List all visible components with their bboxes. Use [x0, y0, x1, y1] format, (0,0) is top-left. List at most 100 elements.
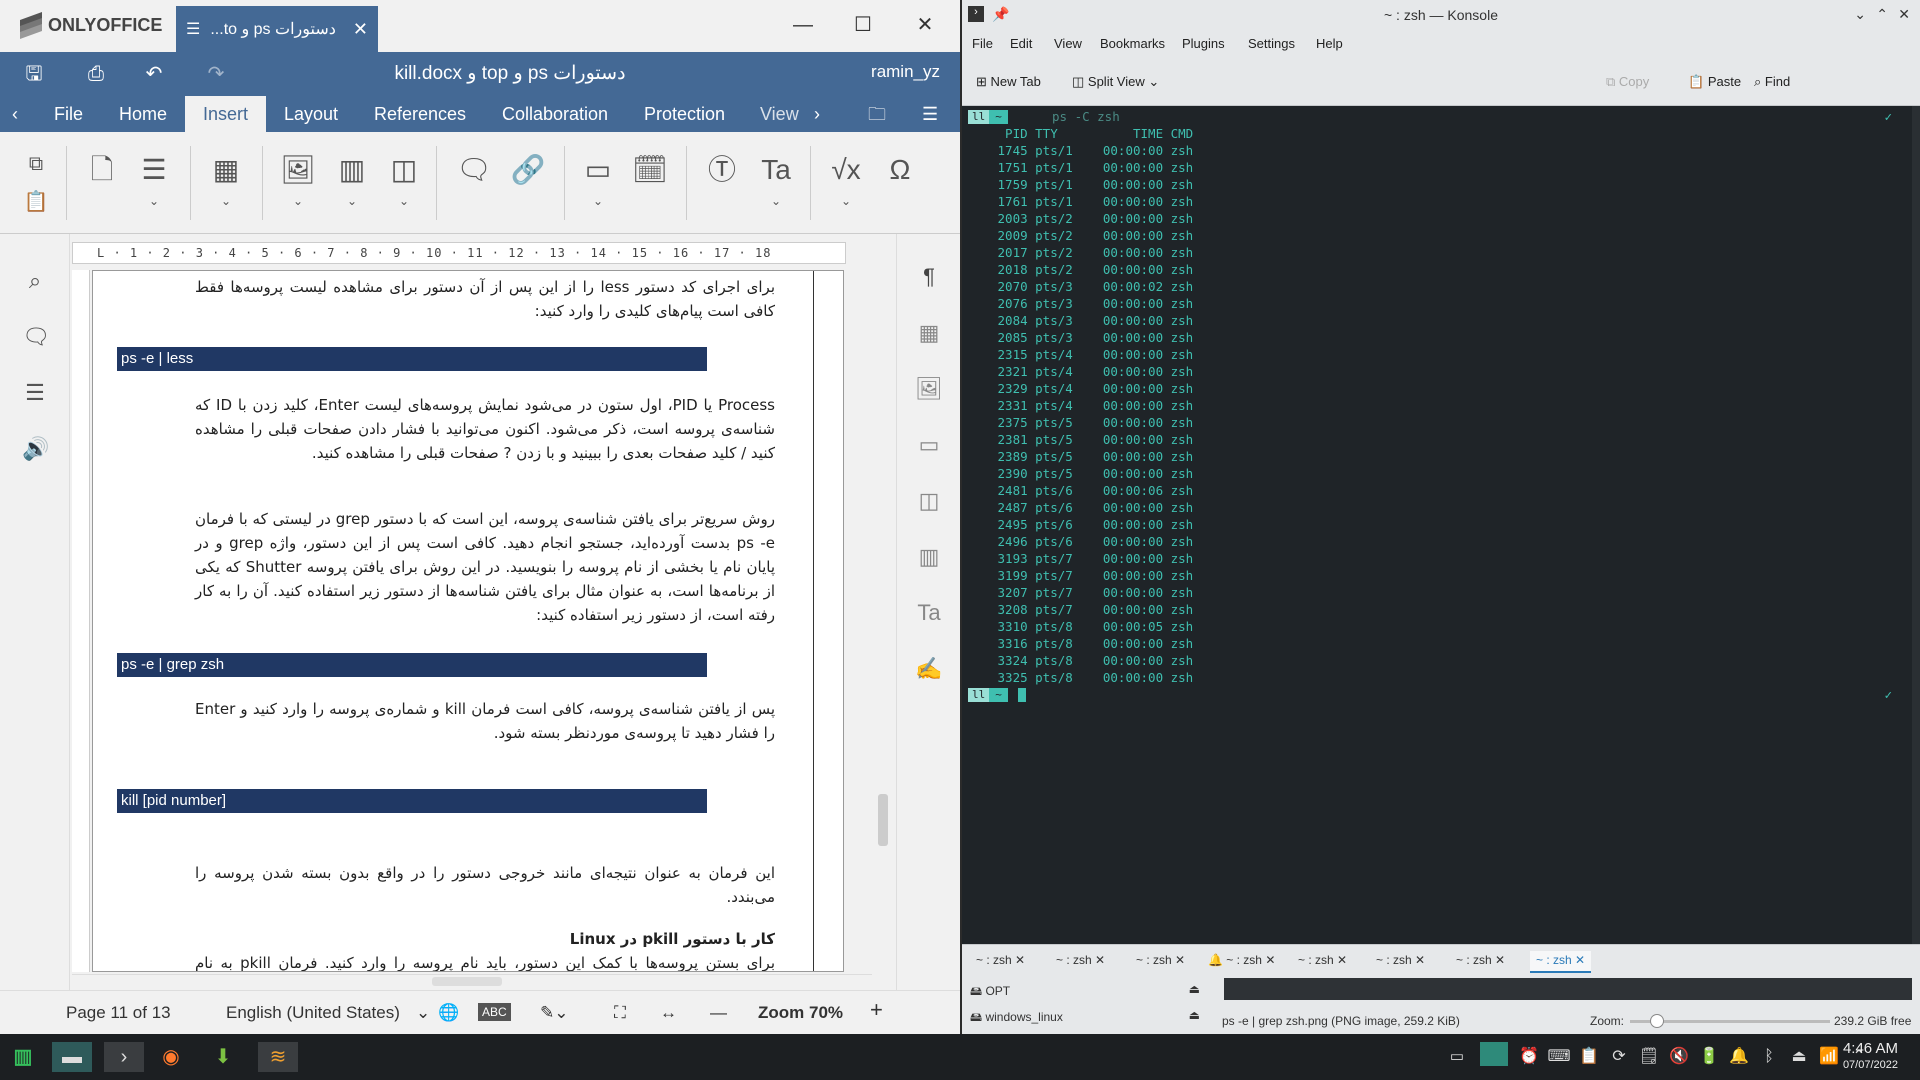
- tab-insert[interactable]: Insert: [185, 96, 267, 132]
- onlyoffice-taskbar-icon[interactable]: ≋: [258, 1042, 298, 1072]
- downloader-icon[interactable]: ⬇: [208, 1042, 238, 1072]
- horizontal-ruler[interactable]: L · 1 · 2 · 3 · 4 · 5 · 6 · 7 · 8 · 9 · …: [72, 242, 846, 264]
- paste-button[interactable]: 📋 Paste: [1688, 74, 1741, 90]
- symbol-icon[interactable]: Ω: [882, 152, 918, 188]
- close-tab-icon[interactable]: ✕: [1265, 953, 1275, 967]
- shape-icon[interactable]: ◫: [386, 152, 422, 188]
- menu-file[interactable]: File: [972, 36, 993, 51]
- clipboard-icon[interactable]: 📋: [1574, 1042, 1604, 1072]
- fit-page-icon[interactable]: ⛶: [614, 1003, 626, 1023]
- chart-icon[interactable]: ▥: [334, 152, 370, 188]
- zoom-out-icon[interactable]: —: [710, 1003, 727, 1023]
- thumbnail-strip[interactable]: [1224, 978, 1912, 1000]
- clock[interactable]: 4:46 AM 07/07/2022: [1843, 1040, 1898, 1074]
- zoom-slider-handle[interactable]: [1650, 1014, 1664, 1028]
- fit-width-icon[interactable]: ↔: [660, 1003, 677, 1023]
- text-art-settings-icon[interactable]: Ta: [915, 600, 943, 628]
- shape-dropdown-icon[interactable]: ⌄: [394, 194, 414, 208]
- menu-help[interactable]: Help: [1316, 36, 1343, 51]
- header-footer-settings-icon[interactable]: ▭: [915, 432, 943, 460]
- close-button[interactable]: ✕: [1898, 6, 1910, 23]
- alarm-icon[interactable]: ⏰: [1514, 1042, 1544, 1072]
- wifi-icon[interactable]: 📶: [1814, 1042, 1844, 1072]
- paragraph[interactable]: این فرمان به عنوان نتیجه‌ای مانند خروجی …: [195, 861, 775, 909]
- zoom-in-icon[interactable]: +: [870, 997, 883, 1023]
- battery-icon[interactable]: 🔋: [1694, 1042, 1724, 1072]
- terminal-tab[interactable]: ~ : zsh ✕: [970, 951, 1031, 973]
- terminal-tab[interactable]: ~ : zsh ✕: [1370, 951, 1431, 973]
- close-tab-icon[interactable]: ✕: [1337, 953, 1347, 967]
- minimize-button[interactable]: —: [786, 10, 820, 40]
- menu-bookmarks[interactable]: Bookmarks: [1100, 36, 1165, 51]
- close-tab-icon[interactable]: ✕: [1015, 953, 1025, 967]
- vertical-scrollbar[interactable]: [876, 234, 890, 974]
- text-art-icon[interactable]: Ta: [758, 152, 794, 188]
- tab-file[interactable]: File: [36, 96, 101, 132]
- split-view-button[interactable]: ◫ Split View ⌄: [1072, 74, 1159, 90]
- tab-view[interactable]: View: [742, 96, 817, 132]
- comment-icon[interactable]: 🗨: [456, 152, 492, 188]
- terminal-tab-active[interactable]: ~ : zsh ✕: [1530, 951, 1592, 973]
- close-tab-icon[interactable]: ✕: [353, 19, 368, 40]
- terminal-icon[interactable]: ›: [104, 1042, 144, 1072]
- undo-icon[interactable]: ↶: [140, 60, 168, 88]
- maximize-button[interactable]: ☐: [846, 10, 880, 40]
- feedback-icon[interactable]: 🔊: [22, 436, 49, 462]
- equation-icon[interactable]: √x: [828, 152, 864, 188]
- terminal-tab[interactable]: ~ : zsh ✕: [1292, 951, 1353, 973]
- usb-icon[interactable]: ⏏: [1784, 1042, 1814, 1072]
- keyboard-layout-icon[interactable]: ⌨: [1544, 1042, 1574, 1072]
- table-dropdown-icon[interactable]: ⌄: [216, 194, 236, 208]
- globe-icon[interactable]: 🌐: [438, 1003, 459, 1023]
- navigation-icon[interactable]: ☰: [22, 380, 48, 406]
- image-dropdown-icon[interactable]: ⌄: [288, 194, 308, 208]
- bluetooth-icon[interactable]: ᛒ: [1754, 1042, 1784, 1072]
- vertical-ruler[interactable]: [72, 270, 90, 972]
- text-box-icon[interactable]: Ⓣ: [704, 152, 740, 188]
- paragraph[interactable]: برای اجرای کد دستور less را از این پس از…: [195, 275, 775, 323]
- paragraph-settings-icon[interactable]: ¶: [915, 264, 943, 292]
- notes-icon[interactable]: 🗒: [1634, 1042, 1664, 1072]
- paste-icon[interactable]: 📋: [18, 184, 54, 220]
- close-tab-icon[interactable]: ✕: [1095, 953, 1105, 967]
- terminal-tab[interactable]: ~ : zsh ✕: [1450, 951, 1511, 973]
- app-launcher-icon[interactable]: ▥: [8, 1042, 38, 1072]
- copy-icon[interactable]: ⧉: [18, 146, 54, 182]
- redo-icon[interactable]: ↷: [202, 60, 230, 88]
- tabs-scroll-left-icon[interactable]: ‹: [2, 96, 28, 132]
- date-time-icon[interactable]: 🗓: [632, 152, 668, 188]
- chart-settings-icon[interactable]: ▥: [915, 544, 943, 572]
- print-icon[interactable]: ⎙: [82, 60, 110, 88]
- code-block[interactable]: ps -e | less: [117, 347, 707, 371]
- code-block[interactable]: kill [pid number]: [117, 789, 707, 813]
- terminal-tab[interactable]: ~ : zsh ✕: [1130, 951, 1191, 973]
- place-item[interactable]: 🖴 windows_linux ⏏: [970, 1008, 1200, 1029]
- code-block[interactable]: ps -e | grep zsh: [117, 653, 707, 677]
- update-icon[interactable]: ⟳: [1604, 1042, 1634, 1072]
- close-button[interactable]: ✕: [908, 10, 942, 40]
- notifications-icon[interactable]: 🔔: [1724, 1042, 1754, 1072]
- table-settings-icon[interactable]: ▦: [915, 320, 943, 348]
- tabs-scroll-right-icon[interactable]: ›: [808, 96, 826, 132]
- tab-collaboration[interactable]: Collaboration: [484, 96, 626, 132]
- page-break-icon[interactable]: ☰: [136, 152, 172, 188]
- place-item[interactable]: 🖴 OPT ⏏: [970, 982, 1200, 1003]
- eject-icon[interactable]: ⏏: [1189, 1008, 1200, 1022]
- scrollbar-thumb[interactable]: [432, 977, 502, 986]
- menu-edit[interactable]: Edit: [1010, 36, 1032, 51]
- blank-page-icon[interactable]: 🗋: [84, 152, 120, 188]
- shape-settings-icon[interactable]: ◫: [915, 488, 943, 516]
- section-heading[interactable]: کار با دستور pkill در Linux: [195, 927, 775, 951]
- tab-layout[interactable]: Layout: [266, 96, 356, 132]
- menu-plugins[interactable]: Plugins: [1182, 36, 1225, 51]
- copy-button[interactable]: ⧉ Copy: [1606, 74, 1649, 90]
- page-indicator[interactable]: Page 11 of 13: [66, 1003, 171, 1023]
- volume-icon[interactable]: 🔇: [1664, 1042, 1694, 1072]
- tab-home[interactable]: Home: [101, 96, 185, 132]
- file-manager-icon[interactable]: ▬: [52, 1042, 92, 1072]
- close-tab-icon[interactable]: ✕: [1495, 953, 1505, 967]
- document-page[interactable]: برای اجرای کد دستور less را از این پس از…: [92, 270, 844, 972]
- menu-view[interactable]: View: [1054, 36, 1082, 51]
- new-tab-button[interactable]: ⊞ New Tab: [976, 74, 1041, 90]
- table-icon[interactable]: ▦: [208, 152, 244, 188]
